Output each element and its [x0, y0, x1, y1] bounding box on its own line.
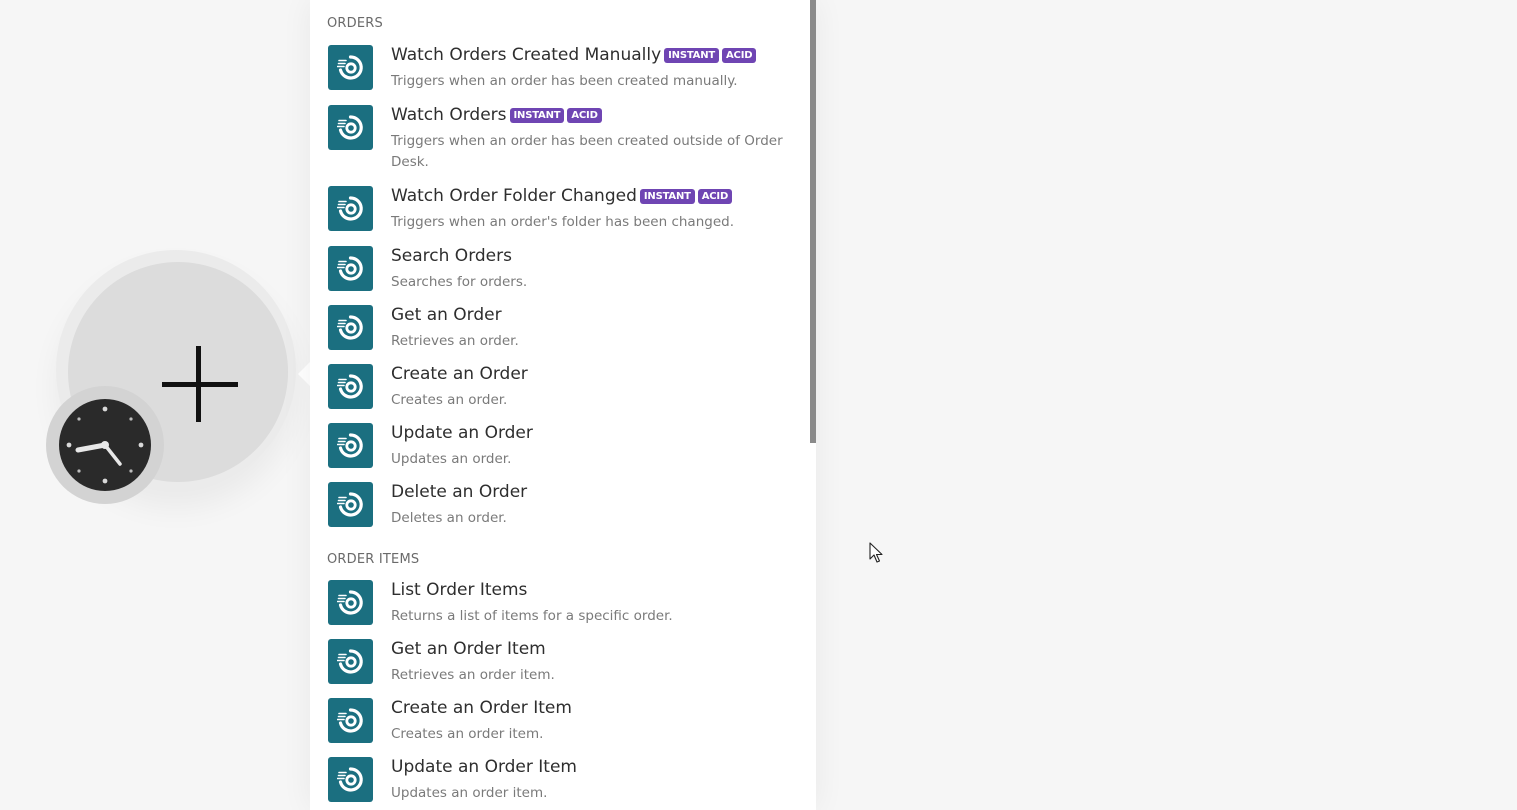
item-title-text: Watch Order Folder Changed [391, 186, 637, 206]
item-description: Deletes an order. [391, 510, 507, 526]
item-title-text: Update an Order Item [391, 757, 577, 777]
item-title: Search Orders [391, 245, 512, 267]
item-title-text: Create an Order Item [391, 698, 572, 718]
order-desk-icon [328, 105, 373, 150]
module-list-item[interactable]: Watch Order Folder Changed INSTANT ACID Tri… [327, 186, 797, 238]
section-title: ORDER ITEMS [327, 552, 420, 567]
module-list-item[interactable]: Get an Order Item Retrieves an order item… [327, 639, 797, 691]
item-description: Retrieves an order item. [391, 667, 555, 683]
item-title-text: Get an Order Item [391, 639, 546, 659]
instant-badge: INSTANT [639, 188, 695, 204]
item-title: Create an Order Item [391, 697, 572, 719]
section-title: ORDERS [327, 16, 383, 31]
module-list-item[interactable]: Create an Order Item Creates an order ite… [327, 698, 797, 750]
order-desk-icon [328, 698, 373, 743]
item-description: Creates an order. [391, 392, 508, 408]
item-description: Triggers when an order's folder has been… [391, 214, 734, 230]
item-description: Returns a list of items for a specific o… [391, 608, 673, 624]
order-desk-icon [328, 580, 373, 625]
order-desk-icon [328, 186, 373, 231]
module-list-item[interactable]: Update an Order Item Updates an order ite… [327, 757, 797, 809]
item-title: List Order Items [391, 579, 527, 601]
order-desk-icon [328, 45, 373, 90]
item-description: Retrieves an order. [391, 333, 519, 349]
item-title: Create an Order [391, 363, 528, 385]
module-list-item[interactable]: Delete an Order Deletes an order. [327, 482, 797, 534]
order-desk-icon [328, 423, 373, 468]
item-title: Watch Orders Created Manually INSTANT ACID [391, 44, 757, 66]
order-desk-icon [328, 639, 373, 684]
module-list-item[interactable]: Watch Orders Created Manually INSTANT ACID… [327, 45, 797, 97]
item-description: Updates an order item. [391, 785, 548, 801]
item-title-text: Create an Order [391, 364, 528, 384]
item-title: Update an Order [391, 422, 533, 444]
item-description: Updates an order. [391, 451, 512, 467]
module-list-panel: ORDERS Watch Orders Created Manually INSTA… [310, 0, 816, 810]
module-list-item[interactable]: Get an Order Retrieves an order. [327, 305, 797, 357]
module-list-item[interactable]: Create an Order Creates an order. [327, 364, 797, 416]
clock-icon[interactable] [58, 398, 152, 492]
item-description: Triggers when an order has been created … [391, 73, 738, 89]
order-desk-icon [328, 305, 373, 350]
item-title: Get an Order Item [391, 638, 546, 660]
item-title-text: Watch Orders [391, 105, 507, 125]
module-list-item[interactable]: List Order Items Returns a list of items … [327, 580, 797, 632]
item-title-text: Update an Order [391, 423, 533, 443]
panel-pointer [298, 362, 310, 386]
item-description: Creates an order item. [391, 726, 544, 742]
item-description: Triggers when an order has been created … [391, 133, 783, 170]
instant-badge: INSTANT [664, 47, 720, 63]
order-desk-icon [328, 757, 373, 802]
item-title: Watch Orders INSTANT ACID [391, 104, 602, 126]
item-title-text: List Order Items [391, 580, 528, 600]
item-title: Update an Order Item [391, 756, 577, 778]
item-title-text: Watch Orders Created Manually [391, 45, 662, 65]
item-description: Searches for orders. [391, 274, 528, 290]
acid-badge: ACID [722, 47, 757, 63]
module-list-item[interactable]: Watch Orders INSTANT ACID Triggers when an … [327, 105, 797, 177]
instant-badge: INSTANT [509, 107, 565, 123]
item-title-text: Get an Order [391, 305, 502, 325]
order-desk-icon [328, 364, 373, 409]
item-title-text: Delete an Order [391, 482, 528, 502]
item-title: Delete an Order [391, 481, 527, 503]
order-desk-icon [328, 482, 373, 527]
item-title: Watch Order Folder Changed INSTANT ACID [391, 185, 733, 207]
item-title: Get an Order [391, 304, 502, 326]
mouse-cursor-icon [869, 542, 883, 563]
acid-badge: ACID [567, 107, 602, 123]
order-desk-icon [328, 246, 373, 291]
module-list-item[interactable]: Update an Order Updates an order. [327, 423, 797, 475]
scenario-module[interactable] [46, 250, 306, 510]
module-list-item[interactable]: Search Orders Searches for orders. [327, 246, 797, 298]
item-title-text: Search Orders [391, 246, 512, 266]
plus-icon [162, 346, 238, 422]
scrollbar[interactable] [810, 0, 816, 443]
acid-badge: ACID [697, 188, 733, 204]
